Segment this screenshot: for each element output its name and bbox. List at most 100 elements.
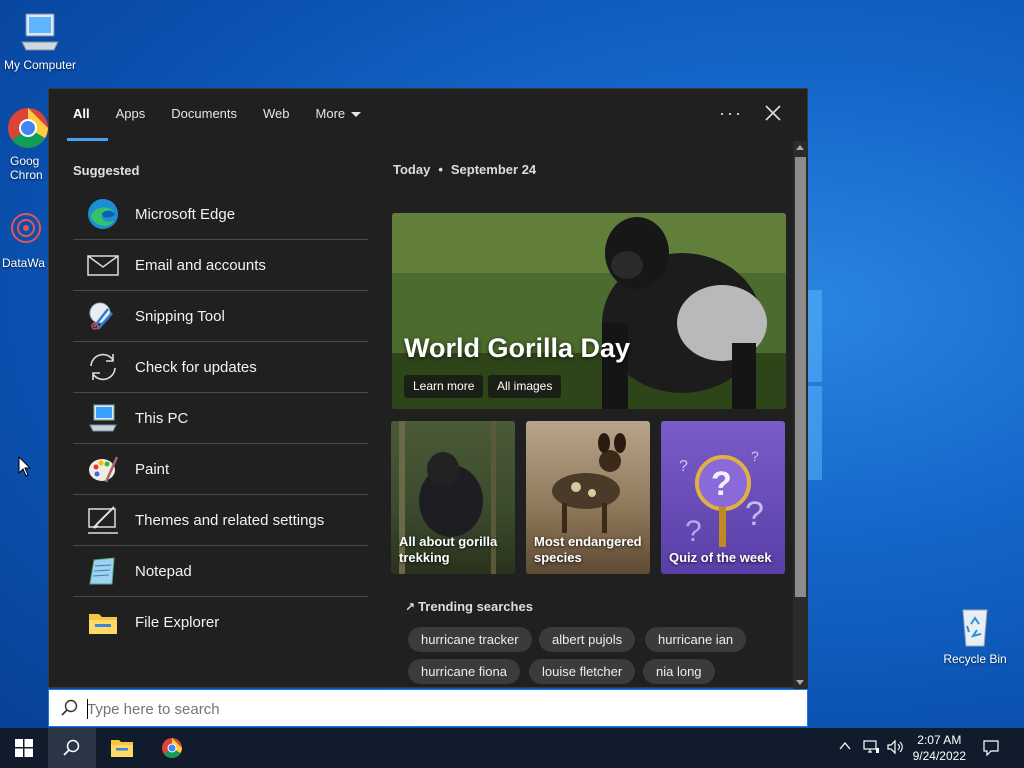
- volume-icon[interactable]: [886, 739, 904, 755]
- recycle-bin-icon: [951, 602, 999, 650]
- text-caret: [87, 699, 88, 719]
- hero-title: World Gorilla Day: [404, 333, 631, 363]
- edge-icon: [85, 196, 121, 232]
- tab-label: Web: [263, 106, 290, 121]
- desktop-icon-label: DataWa: [2, 256, 45, 270]
- taskbar: 2:07 AM 9/24/2022: [0, 728, 1024, 768]
- system-clock[interactable]: 2:07 AM 9/24/2022: [913, 732, 966, 764]
- suggested-heading: Suggested: [73, 163, 140, 178]
- chrome-icon: [162, 738, 182, 758]
- clock-time: 2:07 AM: [917, 733, 962, 747]
- trending-chip[interactable]: louise fletcher: [529, 659, 636, 684]
- tab-label: Apps: [115, 106, 146, 121]
- trending-chip[interactable]: hurricane fiona: [408, 659, 520, 684]
- card-gorilla-trekking[interactable]: All about gorilla trekking: [391, 421, 515, 574]
- search-icon: [61, 699, 78, 716]
- card-endangered-species[interactable]: Most endangered species: [526, 421, 650, 574]
- scroll-up-icon[interactable]: [796, 145, 804, 150]
- trending-arrow-icon: ↗: [405, 600, 416, 614]
- suggested-item-themes[interactable]: Themes and related settings: [73, 495, 368, 546]
- desktop-icon-label: Recycle Bin: [943, 652, 1007, 666]
- folder-icon: [85, 605, 121, 641]
- desktop-icon-google-chrome[interactable]: Goog Chron: [0, 104, 48, 182]
- svg-text:?: ?: [685, 515, 702, 548]
- trending-chip[interactable]: hurricane tracker: [408, 627, 532, 652]
- datawave-icon: [2, 206, 50, 254]
- card-caption: All about gorilla trekking: [399, 534, 498, 565]
- suggested-item-snipping-tool[interactable]: Snipping Tool: [73, 291, 368, 342]
- taskbar-file-explorer[interactable]: [98, 728, 146, 768]
- windows-logo-icon: [15, 739, 33, 757]
- desktop-icon-my-computer[interactable]: My Computer: [0, 8, 80, 72]
- computer-icon: [16, 8, 64, 56]
- start-button[interactable]: [0, 728, 48, 768]
- desktop-icon-label: Goog Chron: [10, 154, 43, 182]
- tab-documents[interactable]: Documents: [171, 89, 237, 141]
- wallpaper-pane: [808, 290, 822, 382]
- tab-label: More: [315, 106, 346, 121]
- svg-text:?: ?: [679, 458, 688, 475]
- suggested-item-label: File Explorer: [135, 614, 220, 631]
- computer-icon: [85, 400, 121, 436]
- search-tabs: All Apps Documents Web More: [49, 89, 807, 141]
- tab-more[interactable]: More: [316, 89, 362, 141]
- desktop-icon-recycle-bin[interactable]: Recycle Bin: [935, 602, 1015, 666]
- hero-card[interactable]: World Gorilla Day Learn more All images: [392, 213, 786, 409]
- tab-label: All: [73, 106, 90, 121]
- search-icon: [63, 739, 80, 756]
- suggested-item-label: Themes and related settings: [135, 511, 325, 529]
- scroll-down-icon[interactable]: [796, 680, 804, 685]
- suggested-item-microsoft-edge[interactable]: Microsoft Edge: [73, 189, 368, 240]
- taskbar-search-box[interactable]: [48, 689, 808, 727]
- learn-more-button[interactable]: Learn more: [404, 375, 484, 398]
- suggested-item-check-updates[interactable]: Check for updates: [73, 342, 368, 393]
- close-icon: [765, 105, 781, 121]
- suggested-list: Microsoft Edge Email and accounts Snippi…: [73, 189, 368, 648]
- scrollbar-thumb[interactable]: [795, 157, 806, 597]
- suggested-item-email-accounts[interactable]: Email and accounts: [73, 240, 368, 291]
- chevron-down-icon: [351, 112, 362, 118]
- today-label: Today: [393, 162, 431, 177]
- chrome-icon: [4, 104, 52, 152]
- taskbar-chrome[interactable]: [148, 728, 196, 768]
- scrollbar[interactable]: [793, 141, 808, 689]
- suggested-item-label: Snipping Tool: [135, 307, 225, 325]
- suggested-item-label: This PC: [135, 409, 189, 427]
- wallpaper-pane: [808, 386, 822, 480]
- mouse-cursor-icon: [18, 455, 32, 483]
- suggested-item-notepad[interactable]: Notepad: [73, 546, 368, 597]
- search-panel: All Apps Documents Web More ··· Suggeste…: [48, 88, 808, 689]
- suggested-item-this-pc[interactable]: This PC: [73, 393, 368, 444]
- desktop-icon-datawave[interactable]: DataWa: [0, 206, 52, 270]
- today-header: Today • September 24: [393, 162, 536, 177]
- tab-web[interactable]: Web: [263, 89, 290, 141]
- trending-chip[interactable]: hurricane ian: [645, 627, 747, 652]
- trending-heading-label: Trending searches: [418, 599, 533, 614]
- tab-all[interactable]: All: [67, 89, 107, 141]
- taskbar-search-button[interactable]: [48, 728, 96, 768]
- search-input[interactable]: [87, 696, 687, 722]
- suggested-item-paint[interactable]: Paint: [73, 444, 368, 495]
- tab-apps[interactable]: Apps: [116, 89, 146, 141]
- suggested-item-file-explorer[interactable]: File Explorer: [73, 597, 368, 648]
- sync-icon: [85, 349, 121, 385]
- trending-chip[interactable]: albert pujols: [539, 627, 636, 652]
- notification-center-icon[interactable]: [982, 739, 1000, 757]
- tab-label: Documents: [171, 106, 238, 121]
- trending-chip[interactable]: nia long: [643, 659, 715, 684]
- trending-heading: ↗ Trending searches: [405, 599, 533, 614]
- more-options-button[interactable]: ···: [719, 103, 743, 124]
- close-button[interactable]: [761, 101, 785, 125]
- network-icon[interactable]: [862, 739, 880, 755]
- card-quiz-of-the-week[interactable]: ? ? ? ? ? Quiz of the week: [661, 421, 785, 574]
- suggested-item-label: Paint: [135, 460, 170, 478]
- desktop-icon-label: My Computer: [3, 58, 77, 72]
- show-hidden-icons-icon[interactable]: [838, 739, 852, 753]
- suggested-item-label: Microsoft Edge: [135, 205, 236, 223]
- paint-palette-icon: [85, 451, 121, 487]
- today-date: September 24: [450, 162, 537, 177]
- card-caption: Quiz of the week: [669, 550, 772, 565]
- notepad-icon: [85, 553, 121, 589]
- folder-icon: [111, 740, 133, 757]
- all-images-button[interactable]: All images: [488, 375, 562, 398]
